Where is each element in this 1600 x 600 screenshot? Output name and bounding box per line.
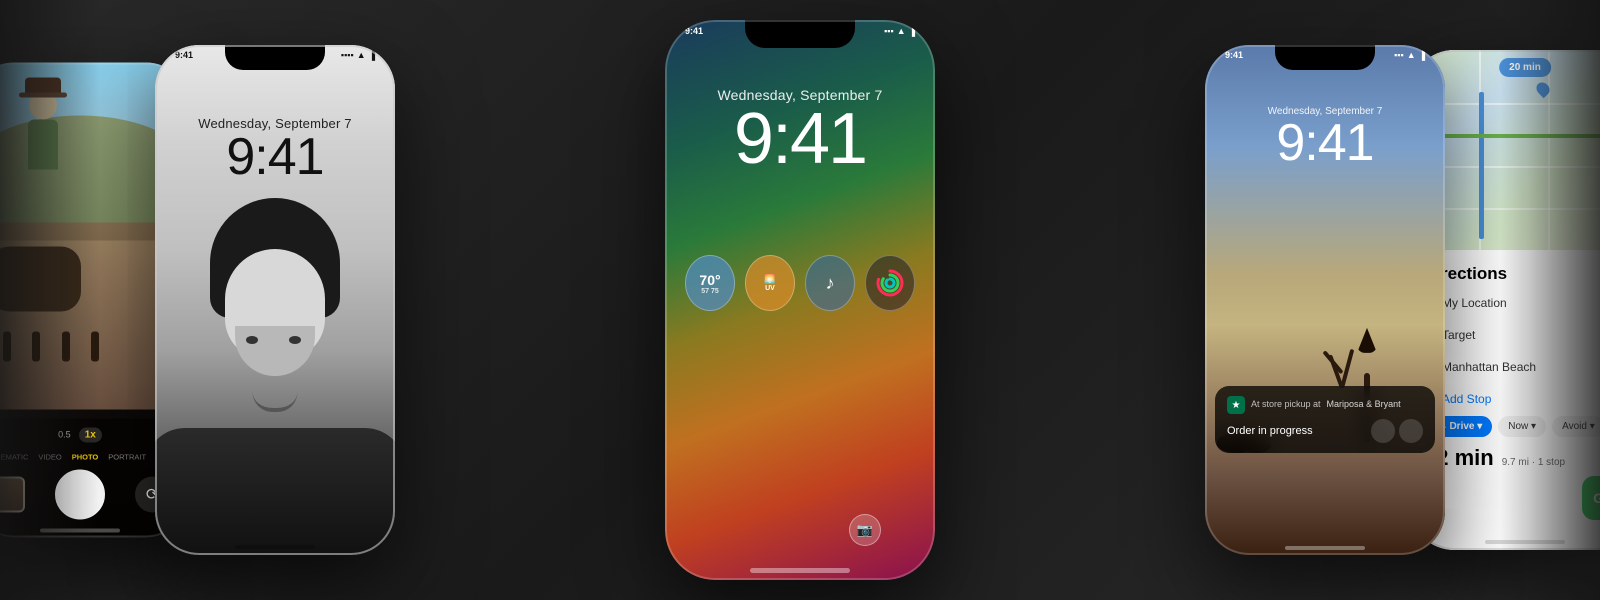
mode-cinematic[interactable]: CINEMATIC	[0, 452, 28, 461]
uv-widget[interactable]: 🌅 UV	[745, 255, 795, 311]
stop-label-location: My Location	[1442, 296, 1507, 310]
stop-my-location: My Location	[1424, 296, 1600, 310]
stop-manhattan: Manhattan Beach	[1424, 360, 1600, 374]
color-screen: Wednesday, September 7 9:41 70° 57 75 🌅 …	[665, 20, 935, 580]
zoom-1x[interactable]: 1x	[79, 427, 102, 442]
phone-lockscreen-bw: Wednesday, September 7 9:41 9:41 ▪▪▪▪ ▲ …	[155, 45, 395, 555]
phone-lockscreen-desert: Wednesday, September 7 9:41 ★ At store p…	[1205, 45, 1445, 555]
scene: 0.5 1x CINEMATIC VIDEO PHOTO PORTRAIT PR…	[0, 0, 1600, 600]
phone-lockscreen-color: Wednesday, September 7 9:41 70° 57 75 🌅 …	[665, 20, 935, 580]
widgets-row: 70° 57 75 🌅 UV ♪	[665, 255, 935, 311]
status-bar-3: 9:41 ▪▪▪ ▲ ▐	[685, 26, 915, 36]
home-indicator-5	[1485, 540, 1565, 544]
stop-label-target: Target	[1442, 328, 1475, 342]
time-indicator-4: 9:41	[1225, 50, 1243, 60]
battery-icon-4: ▐	[1419, 50, 1425, 60]
lockscreen4-datetime: Wednesday, September 7 9:41	[1205, 106, 1445, 169]
signal-icons-4: ▪▪▪ ▲ ▐	[1394, 50, 1425, 60]
home-indicator-2	[235, 545, 315, 549]
stop-label-manhattan: Manhattan Beach	[1442, 360, 1536, 374]
stop-label-add[interactable]: Add Stop	[1442, 392, 1491, 406]
starbucks-notification: ★ At store pickup at Mariposa & Bryant O…	[1215, 386, 1435, 453]
signal-icon-2: ▪▪▪▪	[341, 50, 354, 60]
time-indicator-3: 9:41	[685, 26, 703, 36]
camera-shortcut[interactable]: 📷	[849, 514, 881, 546]
shutter-button[interactable]	[55, 469, 105, 519]
now-button[interactable]: Now ▾	[1498, 416, 1546, 437]
wifi-icon-4: ▲	[1407, 50, 1416, 60]
battery-icon-2: ▐	[369, 50, 375, 60]
stop-target: Target	[1424, 328, 1600, 342]
now-label: Now ▾	[1508, 421, 1536, 432]
home-indicator-3	[750, 568, 850, 573]
avoid-button[interactable]: Avoid ▾	[1552, 416, 1600, 437]
map-route	[1479, 92, 1484, 239]
desert-screen: Wednesday, September 7 9:41 ★ At store p…	[1205, 45, 1445, 555]
time-indicator-2: 9:41	[175, 50, 193, 60]
weather-widget[interactable]: 70° 57 75	[685, 255, 735, 311]
music-widget[interactable]: ♪	[805, 255, 855, 311]
mode-photo[interactable]: PHOTO	[72, 452, 99, 461]
directions-title: Directions	[1424, 264, 1600, 284]
starbucks-icon: ★	[1227, 396, 1245, 414]
notification-location: Mariposa & Bryant	[1327, 399, 1401, 409]
stop-add[interactable]: Add Stop	[1424, 392, 1600, 406]
map-time-badge: 20 min	[1499, 58, 1551, 77]
bw-screen: Wednesday, September 7 9:41 9:41 ▪▪▪▪ ▲ …	[155, 45, 395, 555]
camera-modes: CINEMATIC VIDEO PHOTO PORTRAIT PRO	[0, 452, 172, 461]
home-indicator	[40, 529, 120, 533]
status-bar-2: 9:41 ▪▪▪▪ ▲ ▐	[175, 50, 375, 60]
transport-row: 🚗 Drive ▾ Now ▾ Avoid ▾	[1424, 416, 1600, 437]
wifi-icon-2: ▲	[357, 50, 366, 60]
photo-thumbnail[interactable]	[0, 476, 25, 512]
go-button[interactable]: GO	[1582, 476, 1600, 520]
lockscreen3-time: 9:41	[665, 103, 935, 175]
home-indicator-4	[1285, 546, 1365, 550]
signal-icons-3: ▪▪▪ ▲ ▐	[884, 26, 915, 36]
battery-icon-3: ▐	[909, 26, 915, 36]
notification-app: At store pickup at	[1251, 399, 1321, 409]
map-route-h	[1433, 134, 1600, 138]
lockscreen3-datetime: Wednesday, September 7 9:41	[665, 87, 935, 175]
notification-status: Order in progress	[1227, 425, 1313, 437]
distance-value: 9.7 mi · 1 stop	[1502, 457, 1565, 468]
lockscreen2-time: 9:41	[155, 131, 395, 183]
zoom-05[interactable]: 0.5	[58, 430, 71, 440]
status-bar-4: 9:41 ▪▪▪ ▲ ▐	[1225, 50, 1425, 60]
lockscreen2-datetime: Wednesday, September 7 9:41	[155, 116, 395, 183]
lockscreen4-time: 9:41	[1205, 117, 1445, 169]
signal-icon-3: ▪▪▪	[884, 26, 894, 36]
avoid-label: Avoid ▾	[1562, 421, 1595, 432]
rings-widget[interactable]	[865, 255, 915, 311]
wifi-icon-3: ▲	[897, 26, 906, 36]
mode-portrait[interactable]: PORTRAIT	[108, 452, 146, 461]
signal-icon-4: ▪▪▪	[1394, 50, 1404, 60]
signal-icons-2: ▪▪▪▪ ▲ ▐	[341, 50, 375, 60]
duration-row: 32 min 9.7 mi · 1 stop	[1424, 445, 1600, 471]
mode-video[interactable]: VIDEO	[38, 452, 61, 461]
drive-label: Drive ▾	[1449, 421, 1482, 432]
